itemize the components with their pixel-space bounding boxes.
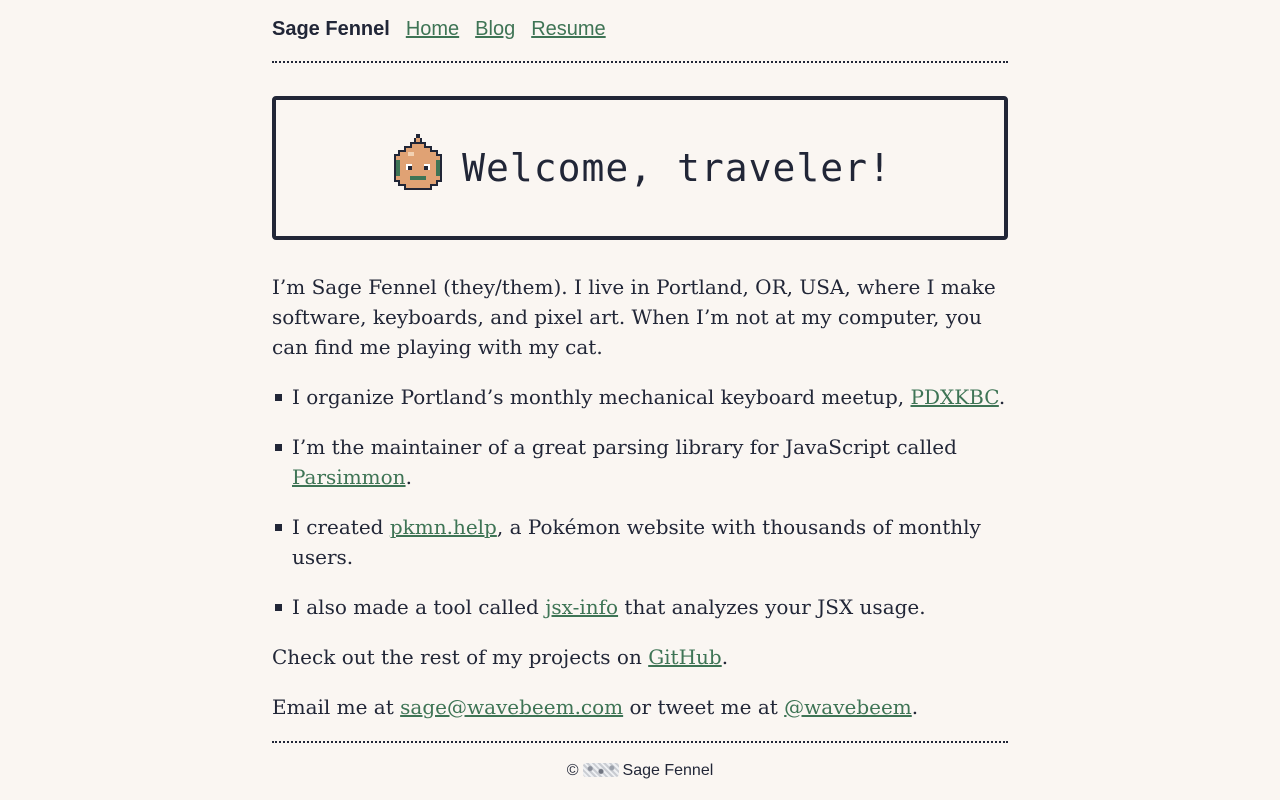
projects-text: Check out the rest of my projects on xyxy=(272,645,649,669)
redacted-year xyxy=(582,763,619,777)
projects-text-end: . xyxy=(721,645,729,669)
list-item-text: I created xyxy=(292,515,390,539)
main-content: I’m Sage Fennel (they/them). I live in P… xyxy=(272,272,1008,742)
list-item-text: I’m the maintainer of a great parsing li… xyxy=(292,435,957,459)
bullet-icon xyxy=(275,524,282,531)
pdxkbc-link[interactable]: PDXKBC xyxy=(911,385,999,409)
intro-paragraph: I’m Sage Fennel (they/them). I live in P… xyxy=(272,275,996,359)
site-brand: Sage Fennel xyxy=(272,18,390,40)
github-link[interactable]: GitHub xyxy=(648,645,722,669)
contact-text-end: . xyxy=(911,695,919,719)
twitter-link[interactable]: @wavebeem xyxy=(784,695,912,719)
welcome-title: Welcome, traveler! xyxy=(462,146,892,190)
welcome-banner: Welcome, traveler! xyxy=(272,96,1008,240)
bullet-icon xyxy=(275,394,282,401)
onion-slime-icon xyxy=(394,134,443,190)
site-footer: © Sage Fennel xyxy=(272,762,1008,780)
list-item-text: . xyxy=(405,465,412,489)
projects-paragraph: Check out the rest of my projects on Git… xyxy=(272,642,1008,672)
list-item-text: I organize Portland’s monthly mechanical… xyxy=(292,385,911,409)
list-item: I organize Portland’s monthly mechanical… xyxy=(272,382,1008,412)
list-item-text: I also made a tool called xyxy=(292,595,546,619)
pkmn-help-link[interactable]: pkmn.help xyxy=(390,515,497,539)
list-item: I also made a tool called jsx-info that … xyxy=(272,592,1008,622)
nav-link-blog[interactable]: Blog xyxy=(475,18,515,41)
copyright-symbol: © xyxy=(566,762,579,779)
site-nav: Sage Fennel Home Blog Resume xyxy=(272,18,622,48)
list-item-text: . xyxy=(998,385,1006,409)
bullet-icon xyxy=(275,604,282,611)
list-item: I created pkmn.help, a Pokémon website w… xyxy=(272,512,1008,572)
contact-paragraph: Email me at sage@wavebeem.com or tweet m… xyxy=(272,692,1008,722)
list-item-text: that analyzes your JSX usage. xyxy=(618,595,926,619)
contact-text: Email me at xyxy=(272,695,401,719)
footer-name: Sage Fennel xyxy=(622,762,714,779)
nav-link-resume[interactable]: Resume xyxy=(531,18,605,41)
nav-link-home[interactable]: Home xyxy=(406,18,459,41)
header-divider xyxy=(272,61,1008,63)
footer-divider xyxy=(272,741,1008,743)
project-list: I organize Portland’s monthly mechanical… xyxy=(272,382,1008,622)
bullet-icon xyxy=(275,444,282,451)
list-item: I’m the maintainer of a great parsing li… xyxy=(272,432,1008,492)
jsx-info-link[interactable]: jsx-info xyxy=(545,595,618,619)
email-link[interactable]: sage@wavebeem.com xyxy=(400,695,623,719)
contact-text-middle: or tweet me at xyxy=(623,695,785,719)
parsimmon-link[interactable]: Parsimmon xyxy=(292,465,406,489)
